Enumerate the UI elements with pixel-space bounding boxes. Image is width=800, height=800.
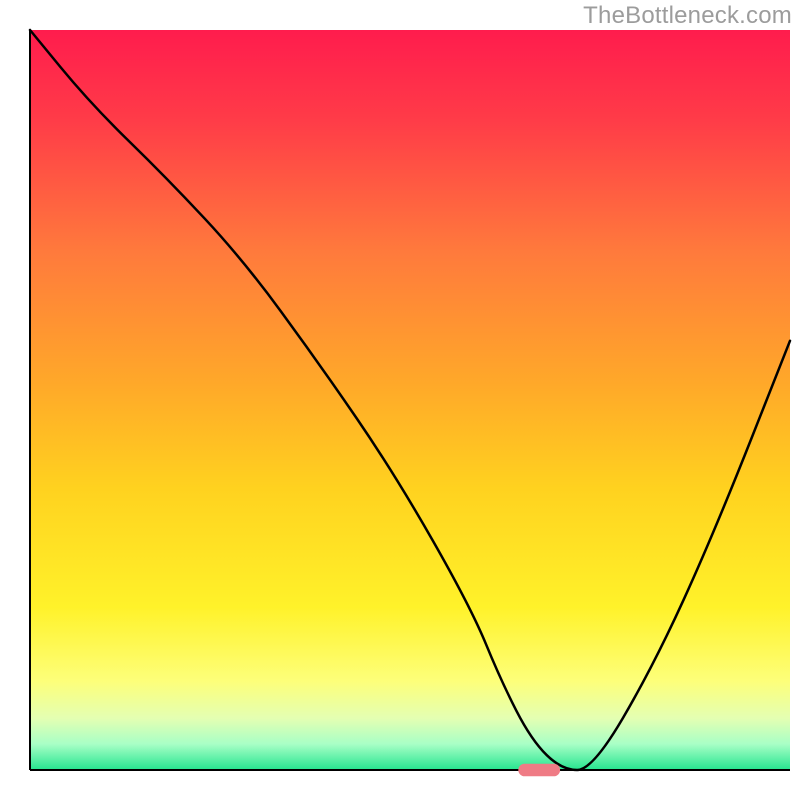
optimum-marker [518,764,560,777]
bottleneck-chart [0,0,800,800]
plot-background [30,30,790,770]
watermark-label: TheBottleneck.com [583,2,792,30]
chart-frame: TheBottleneck.com [0,0,800,800]
